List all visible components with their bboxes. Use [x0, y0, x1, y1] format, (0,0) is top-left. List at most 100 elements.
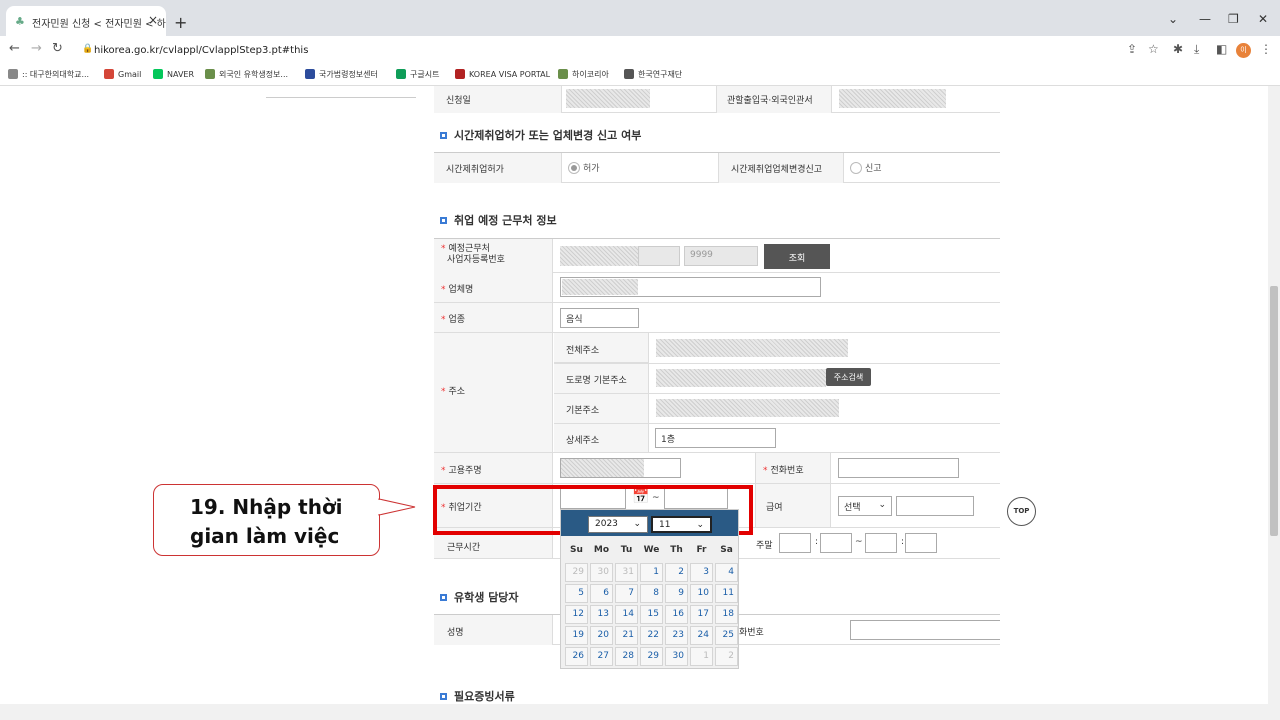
phone-input[interactable]: [838, 458, 959, 478]
naver-icon: [153, 69, 163, 79]
calendar-day[interactable]: 17: [690, 605, 713, 624]
salary-input[interactable]: [896, 496, 974, 516]
industry-row: 업종 음식: [434, 303, 1000, 333]
time-colon: :: [815, 537, 819, 547]
bizno-part1[interactable]: [560, 246, 638, 266]
section-bullet-icon: [440, 217, 447, 224]
calendar-day[interactable]: 18: [715, 605, 738, 624]
manager-phone-input[interactable]: [850, 620, 1000, 640]
weekend-start-min[interactable]: [820, 533, 852, 553]
calendar-day[interactable]: 24: [690, 626, 713, 645]
industry-input[interactable]: 음식: [560, 308, 639, 328]
bookmark-item[interactable]: :: 대구한의대학교...: [8, 69, 89, 80]
bookmark-item[interactable]: 한국연구재단: [624, 69, 682, 80]
calendar-day[interactable]: 27: [590, 647, 613, 666]
lookup-button[interactable]: 조회: [764, 244, 830, 269]
calendar-day[interactable]: 16: [665, 605, 688, 624]
calendar-day[interactable]: 19: [565, 626, 588, 645]
road-address-value[interactable]: [656, 369, 826, 387]
maximize-button[interactable]: ❐: [1228, 12, 1239, 26]
bookmark-item[interactable]: Gmail: [104, 69, 141, 79]
scrollbar-thumb[interactable]: [1270, 286, 1278, 536]
employer-row: 고용주명 전화번호: [434, 453, 1000, 484]
reload-icon[interactable]: ↻: [52, 41, 63, 56]
calendar-day[interactable]: 5: [565, 584, 588, 603]
detail-address-input[interactable]: 1층: [655, 428, 776, 448]
browser-toolbar: ← → ↻ 🔒 hikorea.go.kr/cvlappl/CvlapplSte…: [0, 36, 1280, 64]
calendar-day[interactable]: 10: [690, 584, 713, 603]
back-icon[interactable]: ←: [9, 41, 20, 56]
sidebar-icon[interactable]: ◧: [1216, 42, 1227, 56]
month-select[interactable]: 11 ⌄: [651, 516, 712, 533]
permit-radio[interactable]: 허가: [568, 161, 600, 174]
address-search-button[interactable]: 주소검색: [826, 368, 871, 386]
bookmark-star-icon[interactable]: ☆: [1148, 42, 1159, 56]
manager-name-label: 성명: [434, 615, 553, 645]
bookmark-icon: [205, 69, 215, 79]
bookmark-item[interactable]: 외국인 유학생정보...: [205, 69, 288, 80]
calendar-day[interactable]: 20: [590, 626, 613, 645]
calendar-day[interactable]: 29: [640, 647, 663, 666]
horizontal-scrollbar[interactable]: [0, 704, 1280, 720]
close-window-button[interactable]: ✕: [1258, 12, 1268, 26]
calendar-day[interactable]: 25: [715, 626, 738, 645]
calendar-day[interactable]: 3: [690, 563, 713, 582]
download-icon[interactable]: ⤓: [1194, 42, 1199, 57]
weekend-start-hour[interactable]: [779, 533, 811, 553]
bizno-part3[interactable]: 9999: [684, 246, 758, 266]
calendar-day[interactable]: 21: [615, 626, 638, 645]
profile-avatar[interactable]: 이: [1236, 43, 1251, 58]
forward-icon[interactable]: →: [31, 41, 42, 56]
bookmark-item[interactable]: 하이코리아: [558, 69, 609, 80]
bookmark-item[interactable]: NAVER: [153, 69, 194, 79]
calendar-day[interactable]: 13: [590, 605, 613, 624]
calendar-day[interactable]: 8: [640, 584, 663, 603]
address-bar[interactable]: 🔒 hikorea.go.kr/cvlappl/CvlapplStep3.pt#…: [78, 40, 1138, 62]
calendar-day[interactable]: 11: [715, 584, 738, 603]
tab-search-icon[interactable]: ⌄: [1168, 12, 1178, 26]
calendar-day[interactable]: 12: [565, 605, 588, 624]
calendar-day[interactable]: 9: [665, 584, 688, 603]
calendar-day[interactable]: 7: [615, 584, 638, 603]
tab-close-icon[interactable]: ×: [148, 13, 158, 27]
basic-address-value: [656, 399, 839, 417]
calendar-day[interactable]: 14: [615, 605, 638, 624]
bookmark-item[interactable]: 구글시트: [396, 69, 439, 80]
calendar-day[interactable]: 6: [590, 584, 613, 603]
calendar-day[interactable]: 30: [665, 647, 688, 666]
bookmark-item[interactable]: KOREA VISA PORTAL: [455, 69, 550, 79]
bookmark-item[interactable]: 국가법령정보센터: [305, 69, 378, 80]
address-label: 주소: [434, 333, 553, 452]
calendar-day[interactable]: 1: [640, 563, 663, 582]
calendar-day[interactable]: 15: [640, 605, 663, 624]
new-tab-button[interactable]: +: [174, 13, 187, 32]
calendar-day[interactable]: 22: [640, 626, 663, 645]
weekend-end-min[interactable]: [905, 533, 937, 553]
extensions-icon[interactable]: ✱: [1173, 42, 1183, 56]
law-center-icon: [305, 69, 315, 79]
browser-tab[interactable]: ♣ 전자민원 신청 < 전자민원 < 하 ×: [6, 6, 166, 36]
gmail-icon: [104, 69, 114, 79]
weekday-header: We: [643, 545, 660, 555]
weekend-label: 주말: [756, 541, 773, 551]
callout-line-2: gian làm việc: [190, 524, 340, 548]
calendar-day[interactable]: 23: [665, 626, 688, 645]
vertical-scrollbar[interactable]: [1268, 86, 1280, 704]
calendar-day[interactable]: 28: [615, 647, 638, 666]
menu-icon[interactable]: ⋮: [1260, 42, 1272, 56]
bizno-part2[interactable]: [638, 246, 680, 266]
year-select[interactable]: 2023 ⌄: [588, 516, 648, 533]
chevron-down-icon: ⌄: [633, 519, 641, 529]
salary-select[interactable]: 선택 ⌄: [838, 496, 892, 516]
minimize-button[interactable]: —: [1199, 12, 1211, 26]
calendar-day[interactable]: 4: [715, 563, 738, 582]
sheets-icon: [396, 69, 406, 79]
weekday-header: Tu: [620, 545, 633, 555]
weekend-end-hour[interactable]: [865, 533, 897, 553]
calendar-day[interactable]: 26: [565, 647, 588, 666]
scroll-top-button[interactable]: TOP: [1007, 497, 1036, 526]
report-radio[interactable]: 신고: [850, 161, 882, 174]
radio-icon: [568, 162, 580, 174]
share-icon[interactable]: ⇪: [1127, 42, 1137, 56]
calendar-day[interactable]: 2: [665, 563, 688, 582]
